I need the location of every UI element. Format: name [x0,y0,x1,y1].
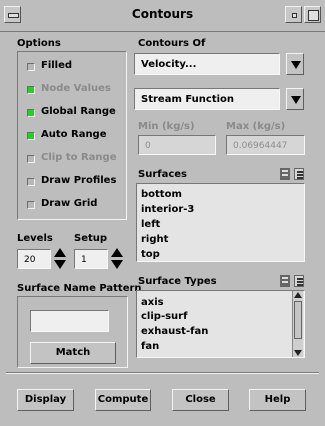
category-dropdown[interactable]: Velocity... [134,53,304,75]
list-item[interactable]: bottom [141,189,182,200]
select-all-icon[interactable] [280,275,290,287]
category-value: Velocity... [141,59,197,70]
scroll-up-icon[interactable] [294,292,302,298]
draw-profiles-checkbox[interactable] [27,178,35,186]
filled-checkbox[interactable] [27,63,35,71]
quantity-field[interactable]: Stream Function [134,88,280,110]
scroll-thumb[interactable] [294,301,302,339]
min-input[interactable]: 0 [138,135,216,155]
min-value: 0 [145,141,151,151]
option-draw-profiles[interactable]: Draw Profiles [27,175,122,191]
spin-down-icon[interactable] [54,260,66,269]
levels-input[interactable]: 20 [17,249,51,269]
node-values-label: Node Values [41,83,111,94]
surface-types-scrollbar[interactable] [292,291,303,357]
node-values-checkbox[interactable] [27,86,35,94]
maximize-button[interactable] [304,6,321,23]
close-button[interactable]: Close [172,389,229,411]
chevron-down-icon[interactable] [286,53,304,75]
setup-label: Setup [74,233,108,244]
auto-range-label: Auto Range [41,129,107,140]
quantity-value: Stream Function [141,94,235,105]
filled-label: Filled [41,60,73,71]
list-item[interactable]: fan [141,341,159,352]
clip-to-range-checkbox[interactable] [27,155,35,163]
levels-spinner[interactable] [53,247,67,271]
quantity-dropdown[interactable]: Stream Function [134,88,304,110]
max-input[interactable]: 0.06964447 [226,135,305,155]
levels-value: 20 [24,255,36,265]
option-filled[interactable]: Filled [27,60,122,76]
spin-up-icon[interactable] [111,248,123,257]
max-label: Max (kg/s) [226,121,286,132]
option-auto-range[interactable]: Auto Range [27,129,122,145]
options-heading: Options [17,38,61,49]
list-item[interactable]: axis [141,297,164,308]
help-button[interactable]: Help [249,389,306,411]
bottom-separator [6,372,319,374]
global-range-label: Global Range [41,106,116,117]
setup-value: 1 [81,255,87,265]
option-draw-grid[interactable]: Draw Grid [27,198,122,214]
draw-grid-label: Draw Grid [41,198,98,209]
setup-spinner[interactable] [110,247,124,271]
min-label: Min (kg/s) [138,121,195,132]
draw-profiles-label: Draw Profiles [41,175,117,186]
list-item[interactable]: interior-3 [141,204,194,215]
chevron-down-icon[interactable] [286,88,304,110]
option-clip-to-range[interactable]: Clip to Range [27,152,122,168]
contours-of-heading: Contours Of [138,38,206,49]
display-button[interactable]: Display [17,389,74,411]
surface-types-heading: Surface Types [138,276,217,287]
list-item[interactable]: left [141,219,160,230]
surfaces-heading: Surfaces [138,169,188,180]
deselect-all-icon[interactable] [294,275,304,287]
compute-button[interactable]: Compute [95,389,151,411]
auto-range-checkbox[interactable] [27,132,35,140]
draw-grid-checkbox[interactable] [27,201,35,209]
window-title: Contours [131,7,194,21]
scroll-down-icon[interactable] [294,350,302,356]
setup-input[interactable]: 1 [74,249,108,269]
surface-name-pattern-input[interactable] [30,310,109,332]
select-all-icon[interactable] [280,168,290,180]
minimize-button[interactable] [285,6,302,23]
category-field[interactable]: Velocity... [134,53,280,75]
surface-types-list[interactable]: axis clip-surf exhaust-fan fan [136,290,305,358]
levels-label: Levels [17,233,53,244]
surface-name-pattern-label: Surface Name Pattern [17,283,142,294]
spin-up-icon[interactable] [54,248,66,257]
list-item[interactable]: right [141,234,168,245]
list-item[interactable]: top [141,249,160,260]
deselect-all-icon[interactable] [294,168,304,180]
global-range-checkbox[interactable] [27,109,35,117]
clip-to-range-label: Clip to Range [41,152,117,163]
surfaces-list[interactable]: bottom interior-3 left right top [136,183,305,262]
list-item[interactable]: exhaust-fan [141,326,208,337]
option-node-values[interactable]: Node Values [27,83,122,99]
title-bar[interactable]: Contours [0,0,325,32]
spin-down-icon[interactable] [111,260,123,269]
list-item[interactable]: clip-surf [141,311,187,322]
match-button[interactable]: Match [30,342,116,364]
max-value: 0.06964447 [233,141,288,151]
option-global-range[interactable]: Global Range [27,106,122,122]
